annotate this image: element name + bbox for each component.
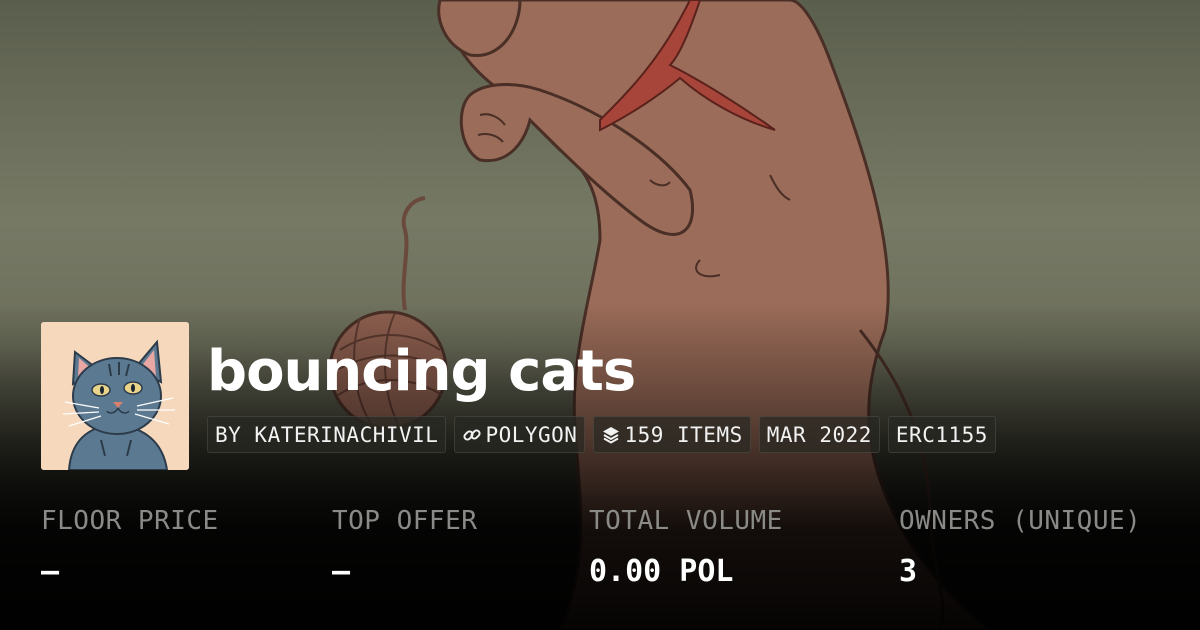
created-date-chip: MAR 2022 (758, 416, 880, 453)
link-icon (463, 428, 481, 441)
collection-meta-chips: BY KATERINACHIVIL POLYGON 159 ITEMS MAR … (207, 416, 996, 453)
stat-value: 0.00 POL (589, 554, 734, 589)
cat-avatar-icon (41, 322, 189, 470)
stat-total-volume: TOTAL VOLUME 0.00 POL (589, 504, 783, 589)
stat-label: TOP OFFER (332, 506, 478, 536)
stat-value: 3 (899, 554, 918, 589)
chain-chip-label: POLYGON (485, 422, 578, 447)
token-standard-chip: ERC1155 (887, 416, 996, 453)
chain-chip[interactable]: POLYGON (454, 416, 586, 453)
items-chip-label: 159 ITEMS (624, 422, 743, 447)
stat-label: OWNERS (UNIQUE) (899, 506, 1142, 536)
collection-og-card: bouncing cats BY KATERINACHIVIL POLYGON … (0, 0, 1200, 630)
token-standard-chip-label: ERC1155 (895, 422, 988, 447)
layers-icon (603, 426, 620, 444)
stat-value: – (332, 554, 351, 589)
creator-chip-label: BY KATERINACHIVIL (215, 422, 439, 447)
items-chip: 159 ITEMS (593, 416, 751, 453)
collection-avatar (41, 322, 189, 470)
stat-label: FLOOR PRICE (41, 506, 219, 536)
collection-title: bouncing cats (207, 339, 636, 404)
stat-top-offer: TOP OFFER – (332, 504, 477, 589)
creator-chip[interactable]: BY KATERINACHIVIL (207, 416, 447, 453)
stat-floor-price: FLOOR PRICE – (41, 504, 219, 589)
stat-owners: OWNERS (UNIQUE) 3 (899, 504, 1141, 589)
stat-label: TOTAL VOLUME (589, 506, 783, 536)
stat-value: – (41, 554, 60, 589)
created-date-chip-label: MAR 2022 (766, 422, 872, 447)
